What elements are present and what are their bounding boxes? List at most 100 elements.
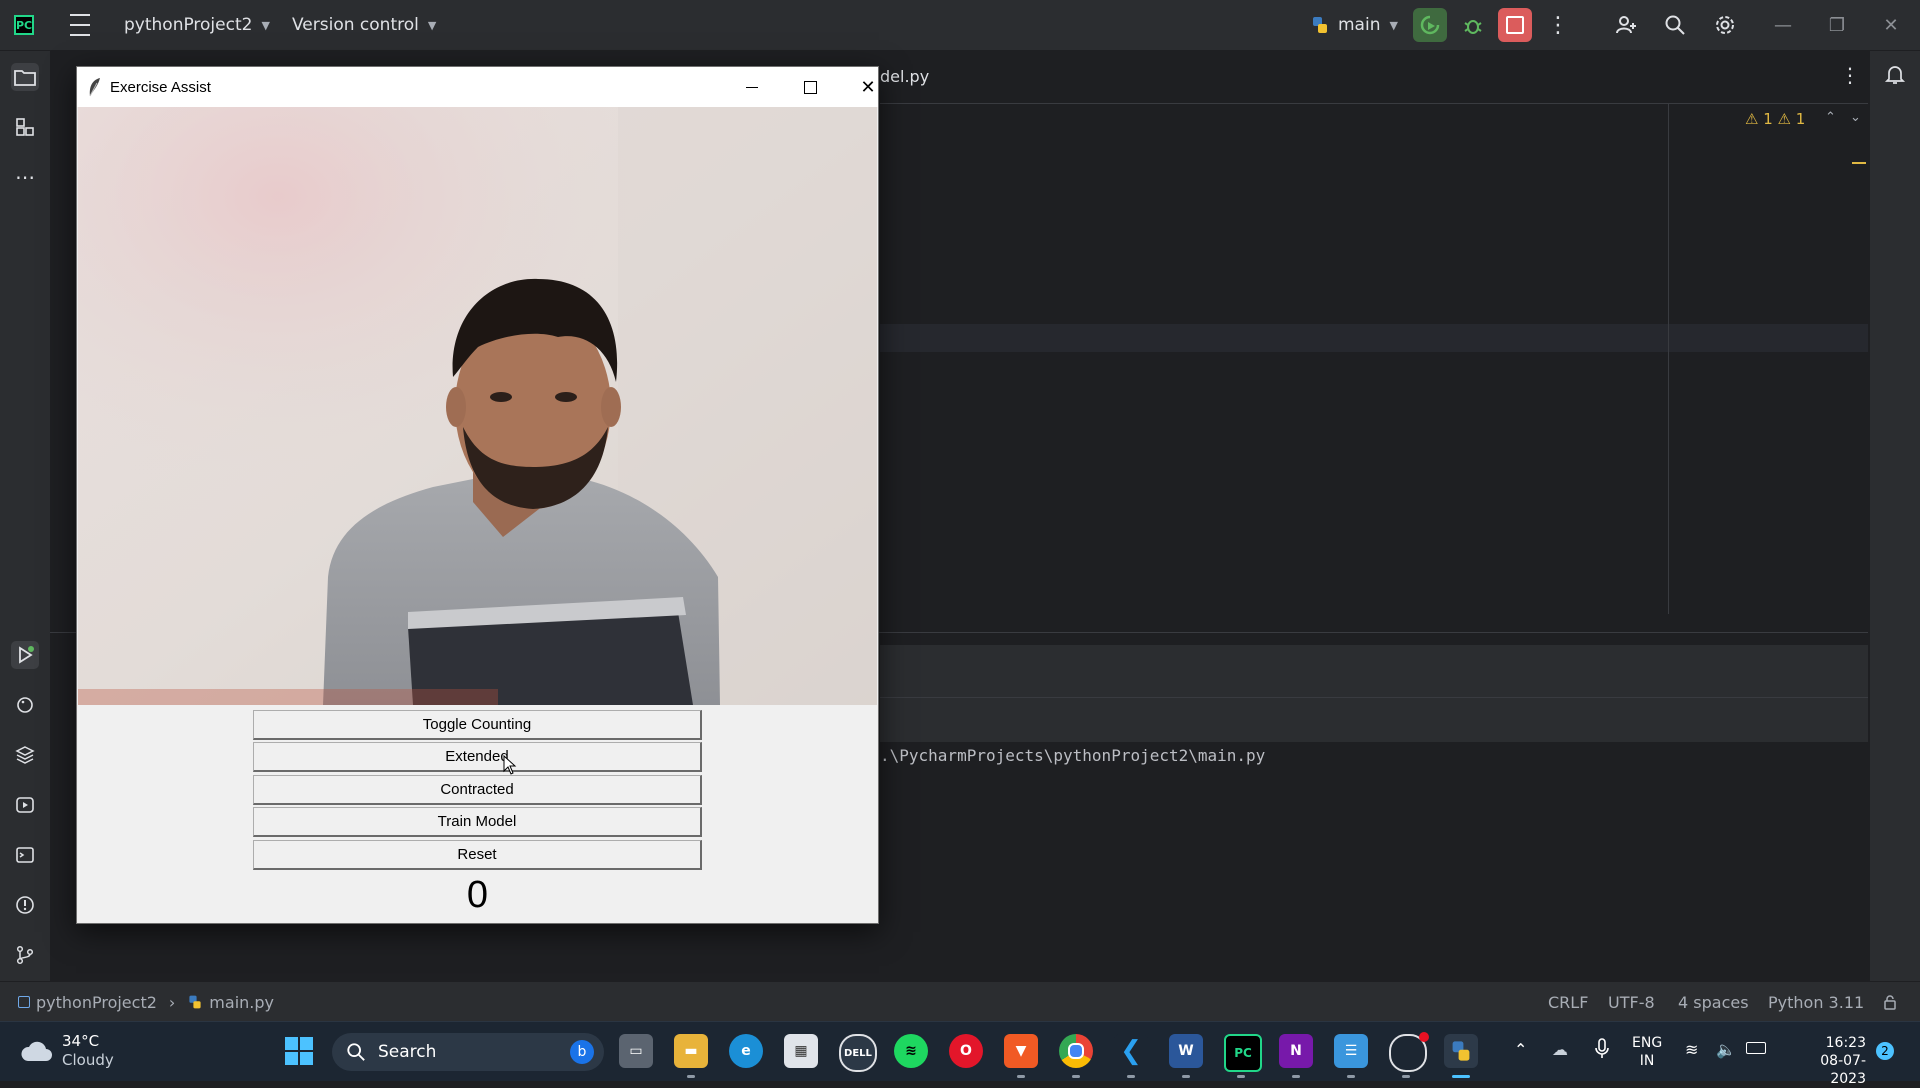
brave-icon[interactable]: ▼ [1004,1034,1038,1068]
cloud-icon [21,1041,52,1061]
chevron-down-icon: ▼ [427,18,437,32]
search-label: Search [378,1042,437,1062]
ide-status-bar: pythonProject2 › main.py CRLF UTF-8 4 sp… [0,981,1920,1022]
stop-icon [1506,16,1524,34]
line-ending-selector[interactable]: CRLF [1548,982,1588,1022]
project-selector[interactable]: pythonProject2 ▼ [124,0,270,50]
breadcrumb[interactable]: pythonProject2 › main.py [18,982,274,1022]
run-config-selector[interactable]: main ▼ [1310,0,1398,50]
bing-icon[interactable]: b [570,1040,594,1064]
git-icon[interactable] [11,941,39,969]
ide-close-button[interactable]: ✕ [1864,0,1918,50]
spotify-icon[interactable]: ≋ [894,1034,928,1068]
left-tool-strip: ⋯ [0,51,51,981]
main-menu-icon[interactable] [70,0,90,50]
terminal-icon[interactable] [11,841,39,869]
more-actions-icon[interactable]: ⋮ [1541,8,1575,42]
chevron-up-icon[interactable]: ⌃ [1825,110,1836,125]
volume-icon[interactable]: 🔈 [1716,1040,1736,1059]
rep-counter: 0 [466,874,489,916]
settings-button[interactable] [1708,8,1742,42]
breadcrumb-project[interactable]: pythonProject2 [36,993,157,1012]
breadcrumb-file[interactable]: main.py [209,993,274,1012]
notifications-bell-icon[interactable] [1884,63,1906,89]
stop-button[interactable] [1498,8,1532,42]
maximize-button[interactable] [781,67,839,107]
python-packages-icon[interactable] [11,741,39,769]
language-code: ENG [1632,1035,1663,1051]
version-control-label: Version control [292,15,419,35]
language-indicator[interactable]: ENG IN [1632,1034,1662,1070]
tk-feather-icon [89,78,100,97]
ide-restore-button[interactable]: ❐ [1810,0,1864,50]
lock-icon[interactable] [1882,982,1898,1022]
taskbar-search-box[interactable]: Search b [332,1033,604,1071]
chevron-down-icon[interactable]: ⌄ [1850,110,1861,125]
ide-title-bar: PC pythonProject2 ▼ Version control ▼ ma… [0,0,1920,51]
toggle-counting-button[interactable]: Toggle Counting [253,710,702,740]
onedrive-offline-icon[interactable]: ☁ [1552,1040,1568,1059]
python-tk-app-icon[interactable] [1444,1034,1478,1068]
clock-date: 08-07-2023 [1820,1053,1866,1087]
indent-selector[interactable]: 4 spaces [1678,982,1749,1022]
onenote-icon[interactable]: N [1279,1034,1313,1068]
word-icon[interactable]: W [1169,1034,1203,1068]
debug-button[interactable] [1456,8,1490,42]
file-explorer-icon[interactable]: ▬ [674,1034,708,1068]
webcam-video-feed [78,107,877,705]
pycharm-taskbar-icon[interactable]: PC [1224,1034,1262,1072]
train-model-button[interactable]: Train Model [253,807,702,837]
project-folder-icon[interactable] [11,63,39,91]
edge-icon[interactable]: e [729,1034,763,1068]
recorder-icon[interactable] [1389,1032,1429,1072]
interpreter-selector[interactable]: Python 3.11 [1768,982,1864,1022]
dell-icon[interactable]: DELL [839,1034,877,1072]
minimize-button[interactable] [723,67,781,107]
python-icon [1313,17,1327,33]
store-icon[interactable]: ▦ [784,1034,818,1068]
notepad-icon[interactable]: ☰ [1334,1034,1368,1068]
problems-icon[interactable] [11,891,39,919]
ide-minimize-button[interactable]: — [1756,0,1810,50]
weather-widget[interactable]: 34°C Cloudy [20,1032,114,1070]
notification-badge[interactable]: 2 [1876,1042,1894,1060]
reset-button[interactable]: Reset [253,840,702,870]
search-everywhere-button[interactable] [1658,8,1692,42]
window-title-bar[interactable]: Exercise Assist ✕ [77,67,878,107]
battery-icon[interactable] [1746,1042,1766,1054]
add-user-button[interactable] [1609,8,1643,42]
more-tools-icon[interactable]: ⋯ [11,163,39,191]
webcam-frame-image [78,107,877,705]
opera-icon[interactable]: O [949,1034,983,1068]
close-button[interactable]: ✕ [839,67,897,107]
chevron-up-icon[interactable]: ⌃ [1514,1040,1527,1059]
console-output-path: .\PycharmProjects\pythonProject2\main.py [880,746,1266,765]
task-view-icon[interactable]: ▭ [619,1034,653,1068]
code-editor[interactable] [880,104,1868,614]
structure-icon[interactable] [11,113,39,141]
run-tool-icon[interactable] [11,641,39,669]
maximize-icon [803,80,817,94]
tab-options-icon[interactable]: ⋮ [1840,63,1860,87]
extended-button[interactable]: Extended [253,742,702,772]
contracted-button[interactable]: Contracted [253,775,702,805]
weather-temperature: 34°C [62,1032,100,1050]
encoding-selector[interactable]: UTF-8 [1608,982,1655,1022]
version-control-menu[interactable]: Version control ▼ [292,0,436,50]
inspection-warnings[interactable]: ⚠ 1 ⚠ 1 [1745,110,1805,128]
minimize-icon [746,86,758,88]
clock-time: 16:23 [1825,1035,1866,1051]
language-region: IN [1639,1053,1655,1069]
python-console-icon[interactable] [11,691,39,719]
chevron-down-icon: ▼ [1389,18,1398,32]
wifi-icon[interactable]: ≋ [1685,1040,1698,1059]
microphone-icon[interactable] [1594,1038,1610,1064]
vscode-icon[interactable]: ❮ [1114,1034,1148,1068]
services-icon[interactable] [11,791,39,819]
windows-start-icon[interactable] [282,1034,316,1068]
editor-tab-bar: del.py ⋮ [880,51,1868,104]
chrome-icon[interactable] [1059,1034,1093,1068]
module-icon [18,996,30,1008]
rerun-button[interactable] [1413,8,1447,42]
bug-icon [1464,20,1482,34]
